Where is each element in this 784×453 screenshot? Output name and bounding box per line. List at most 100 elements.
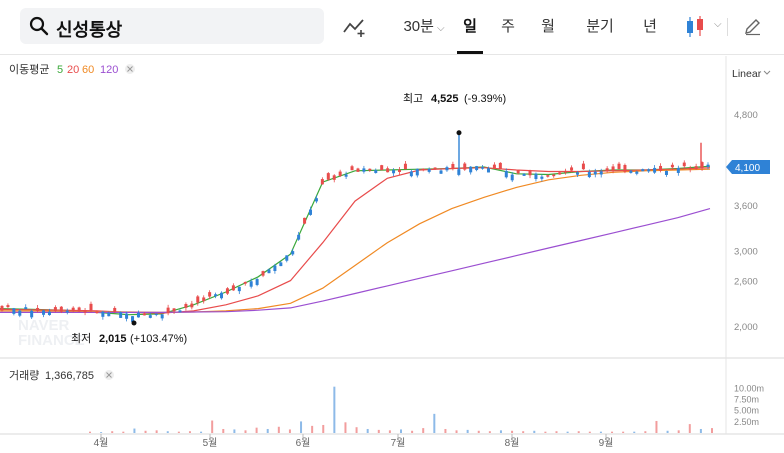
volume-bar bbox=[122, 431, 125, 433]
volume-bar bbox=[255, 427, 258, 433]
close-icon[interactable] bbox=[125, 64, 135, 74]
candle-body bbox=[486, 168, 490, 173]
candle-body bbox=[142, 313, 146, 316]
volume-bar bbox=[133, 428, 136, 433]
candle-body bbox=[332, 175, 336, 180]
volume-bar bbox=[677, 430, 680, 433]
candle-body bbox=[196, 296, 200, 303]
candle-body bbox=[664, 170, 668, 175]
candle-body bbox=[285, 255, 289, 261]
volume-bar bbox=[622, 431, 625, 433]
volume-bar bbox=[311, 425, 314, 433]
chart-canvas[interactable]: 이동평균 5 20 60 120 Linear NAVER FINANCE 거래… bbox=[0, 0, 784, 453]
volume-bar bbox=[433, 413, 436, 433]
candle-body bbox=[605, 168, 609, 171]
x-tick-label: 5월 bbox=[203, 437, 218, 449]
candle-body bbox=[267, 269, 271, 274]
candle-body bbox=[427, 169, 431, 172]
candle-body bbox=[356, 168, 360, 172]
y-tick-label: 2,600 bbox=[734, 277, 758, 288]
candle-body bbox=[136, 313, 140, 318]
candle-body bbox=[564, 170, 568, 173]
candle-body bbox=[593, 171, 597, 175]
volume-bar bbox=[222, 428, 225, 433]
volume-bar bbox=[577, 431, 580, 433]
candle-body bbox=[492, 164, 496, 169]
candle-body bbox=[415, 168, 419, 176]
volume-bar bbox=[177, 431, 180, 433]
volume-bar bbox=[355, 427, 358, 433]
candle-body bbox=[546, 175, 550, 177]
candle-body bbox=[641, 169, 645, 172]
high-marker bbox=[456, 130, 462, 136]
candle-body bbox=[89, 303, 93, 311]
candle-body bbox=[439, 170, 443, 174]
ma-line-60 bbox=[0, 168, 711, 314]
candle-body bbox=[12, 308, 16, 314]
candle-body bbox=[522, 173, 526, 176]
candle-body bbox=[374, 170, 378, 173]
volume-bar bbox=[300, 421, 303, 433]
candle-body bbox=[498, 162, 502, 169]
scale-type-label[interactable]: Linear bbox=[732, 68, 762, 80]
candle-body bbox=[362, 168, 366, 172]
candle-body bbox=[344, 174, 348, 177]
candle-body bbox=[297, 234, 301, 240]
volume-bar bbox=[611, 431, 614, 433]
candle-body bbox=[71, 307, 75, 311]
candle-body bbox=[314, 198, 318, 202]
candle-body bbox=[338, 171, 342, 176]
candle-body bbox=[570, 167, 574, 171]
volume-bar bbox=[688, 424, 691, 433]
candle-body bbox=[279, 262, 283, 267]
candle-body bbox=[617, 163, 621, 170]
ma-legend-20: 20 bbox=[67, 64, 79, 76]
volume-bar bbox=[699, 428, 702, 433]
candle-body bbox=[653, 167, 657, 173]
candle-body bbox=[148, 315, 152, 318]
candle-body bbox=[166, 307, 170, 314]
volume-y-tick-label: 7.50m bbox=[734, 395, 759, 405]
candle-body bbox=[65, 310, 69, 313]
volume-bar bbox=[166, 431, 169, 433]
volume-bar bbox=[244, 430, 247, 433]
candle-body bbox=[243, 281, 247, 284]
candle-body bbox=[107, 312, 111, 317]
candle-body bbox=[95, 311, 99, 314]
volume-bar bbox=[499, 430, 502, 433]
volume-bar bbox=[322, 424, 325, 433]
low-annotation-label: 최저 bbox=[71, 332, 91, 345]
candle-body bbox=[386, 168, 390, 173]
candle-body bbox=[249, 281, 253, 287]
candle-body bbox=[77, 307, 81, 312]
candle-body bbox=[18, 310, 22, 316]
volume-bar bbox=[144, 430, 147, 433]
candle-body bbox=[392, 170, 396, 174]
candle-body bbox=[53, 307, 57, 312]
volume-y-tick-label: 2.50m bbox=[734, 417, 759, 427]
close-icon[interactable] bbox=[104, 370, 114, 380]
candle-body bbox=[433, 167, 437, 170]
volume-bar bbox=[377, 429, 380, 433]
volume-bar bbox=[288, 429, 291, 433]
candle-body bbox=[231, 285, 235, 291]
y-tick-label: 3,000 bbox=[734, 246, 758, 257]
volume-bar bbox=[666, 430, 669, 433]
volume-bar bbox=[566, 431, 569, 433]
candle-body bbox=[273, 265, 277, 272]
candle-body bbox=[380, 165, 384, 171]
candle-body bbox=[125, 313, 129, 319]
candle-body bbox=[581, 163, 585, 170]
candle-body bbox=[397, 169, 401, 172]
candle-body bbox=[445, 167, 449, 171]
volume-bar bbox=[188, 431, 191, 433]
candle-body bbox=[469, 166, 473, 173]
volume-bar bbox=[477, 430, 480, 433]
candle-body bbox=[220, 292, 224, 299]
candle-body bbox=[611, 166, 615, 171]
x-tick-label: 8월 bbox=[505, 437, 520, 449]
volume-bar bbox=[633, 431, 636, 433]
volume-bar bbox=[333, 386, 336, 433]
candle-body bbox=[676, 167, 680, 173]
candle-body bbox=[47, 311, 51, 316]
